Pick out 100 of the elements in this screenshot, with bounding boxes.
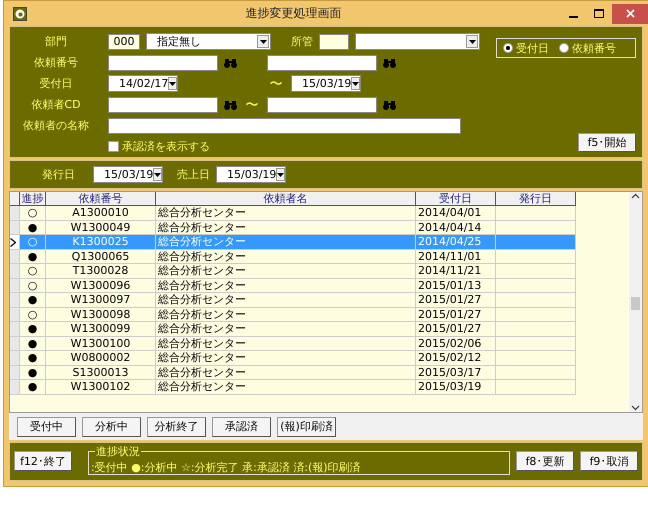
table-cell: 2015/01/27 bbox=[416, 308, 496, 322]
scroll-thumb[interactable] bbox=[631, 296, 640, 310]
table-cell: 総合分析センター bbox=[156, 351, 416, 366]
table-row[interactable]: ● Q1300065 総合分析センター 2014/11/01 bbox=[10, 250, 629, 264]
table-cell: Q1300065 bbox=[46, 250, 156, 264]
status-cell: ○ bbox=[20, 206, 46, 221]
column-header[interactable]: 依頼番号 bbox=[46, 192, 156, 206]
dropdown-field[interactable]: 15/03/19 bbox=[291, 75, 361, 92]
table-cell: 総合分析センター bbox=[156, 366, 416, 380]
scrollbar[interactable] bbox=[629, 192, 642, 412]
caret-icon[interactable] bbox=[154, 172, 162, 177]
status-button[interactable]: 受付中 bbox=[17, 416, 76, 437]
table-cell: W1300096 bbox=[46, 278, 156, 294]
table-cell: 2014/04/01 bbox=[416, 206, 496, 221]
input-field[interactable] bbox=[108, 96, 218, 113]
status-cell: ○ bbox=[20, 264, 46, 279]
table-row[interactable]: ○ W1300096 総合分析センター 2015/01/13 bbox=[10, 278, 629, 294]
table-row[interactable]: ○ A1300010 総合分析センター 2014/04/01 bbox=[10, 206, 629, 221]
status-button[interactable]: (報)印刷済 bbox=[277, 416, 336, 437]
input-field[interactable] bbox=[108, 54, 218, 71]
caret-icon[interactable] bbox=[169, 82, 176, 86]
status-cell: ● bbox=[20, 351, 46, 366]
update-button[interactable]: f8･更新 bbox=[516, 451, 574, 472]
status-cell: ○ bbox=[20, 308, 46, 322]
status-cell: ● bbox=[20, 322, 46, 337]
table-cell: 総合分析センター bbox=[156, 206, 416, 221]
table-row[interactable]: ● W1300100 総合分析センター 2015/02/06 bbox=[10, 336, 629, 352]
scroll-down-icon[interactable] bbox=[631, 403, 640, 412]
table-cell: 総合分析センター bbox=[156, 264, 416, 279]
dropdown-field[interactable]: 15/03/19 bbox=[93, 166, 163, 184]
checkbox[interactable] bbox=[108, 141, 119, 152]
table-cell: 総合分析センター bbox=[156, 278, 416, 294]
binoculars-icon[interactable] bbox=[224, 100, 237, 110]
dropdown-field[interactable] bbox=[355, 33, 480, 50]
code-field[interactable]: 000 bbox=[108, 34, 140, 50]
column-header[interactable]: 進捗 bbox=[20, 192, 46, 206]
table-row[interactable]: ● W0800002 総合分析センター 2015/02/12 bbox=[10, 351, 629, 366]
radio-label: 依頼番号 bbox=[572, 40, 616, 56]
caret-icon[interactable] bbox=[260, 40, 266, 44]
caret-icon[interactable] bbox=[468, 40, 476, 44]
column-header[interactable]: 依頼者名 bbox=[156, 192, 416, 206]
table-cell: W1300097 bbox=[46, 293, 156, 308]
status-button[interactable]: 分析中 bbox=[82, 416, 141, 437]
window-title: 進捗変更処理画面 bbox=[244, 5, 342, 22]
table-cell: A1300010 bbox=[46, 206, 156, 221]
exit-button[interactable]: f12･終了 bbox=[14, 451, 72, 472]
radio-button[interactable] bbox=[503, 43, 513, 54]
binoculars-icon[interactable] bbox=[224, 58, 237, 68]
scroll-up-icon[interactable] bbox=[631, 192, 640, 201]
table-cell: 2014/11/21 bbox=[416, 264, 496, 279]
table-cell: 総合分析センター bbox=[156, 308, 416, 322]
app-icon bbox=[13, 6, 27, 21]
maximize-icon bbox=[594, 9, 604, 18]
binoculars-icon[interactable] bbox=[383, 58, 396, 68]
tilde-separator: 〜 bbox=[244, 96, 260, 114]
start-button[interactable]: f5･開始 bbox=[578, 133, 636, 152]
legend-text: :受付中 ●:分析中 ☆:分析完了 承:承認済 済:(報)印刷済 bbox=[91, 460, 362, 476]
table-cell: K1300025 bbox=[46, 235, 156, 250]
table-cell: 2014/11/01 bbox=[416, 250, 496, 264]
input-field[interactable] bbox=[108, 118, 461, 134]
dropdown-field[interactable]: 14/02/17 bbox=[108, 75, 178, 92]
table-cell: 2015/02/06 bbox=[416, 336, 496, 352]
status-cell: ○ bbox=[20, 278, 46, 294]
table-row[interactable]: ● W1300102 総合分析センター 2015/03/19 bbox=[10, 380, 629, 395]
input-field[interactable] bbox=[267, 54, 377, 71]
table-cell: W0800002 bbox=[46, 351, 156, 366]
close-button[interactable] bbox=[612, 4, 648, 24]
table-row[interactable]: ○ T1300028 総合分析センター 2014/11/21 bbox=[10, 264, 629, 279]
field-label: 依頼者CD bbox=[30, 97, 82, 114]
input-field[interactable] bbox=[267, 96, 377, 113]
table-cell: 2015/03/19 bbox=[416, 380, 496, 395]
table-row[interactable]: ● W1300099 総合分析センター 2015/01/27 bbox=[10, 322, 629, 337]
table-cell: W1300099 bbox=[46, 322, 156, 337]
table-cell: 総合分析センター bbox=[156, 235, 416, 250]
dropdown-field[interactable]: 15/03/19 bbox=[216, 166, 286, 184]
table-row[interactable]: ○ W1300098 総合分析センター 2015/01/27 bbox=[10, 308, 629, 322]
field-label: 所管 bbox=[291, 34, 313, 50]
table-cell: W1300098 bbox=[46, 308, 156, 322]
status-button[interactable]: 承認済 bbox=[212, 416, 271, 437]
column-header[interactable]: 発行日 bbox=[496, 192, 576, 206]
dropdown-field[interactable]: 指定無し bbox=[146, 33, 271, 50]
table-row[interactable]: ● W1300097 総合分析センター 2015/01/27 bbox=[10, 293, 629, 308]
radio-button[interactable] bbox=[559, 43, 569, 54]
cancel-button[interactable]: f9･取消 bbox=[580, 451, 638, 472]
field-label: 依頼番号 bbox=[33, 55, 79, 72]
status-button[interactable]: 分析終了 bbox=[147, 416, 206, 437]
binoculars-icon[interactable] bbox=[383, 100, 396, 110]
table-cell: 2015/01/27 bbox=[416, 293, 496, 308]
table-cell: 2015/01/13 bbox=[416, 278, 496, 294]
table-row[interactable]: ● S1300013 総合分析センター 2015/03/17 bbox=[10, 366, 629, 380]
code-field[interactable] bbox=[319, 34, 349, 50]
column-header[interactable]: 受付日 bbox=[416, 192, 496, 206]
caret-icon[interactable] bbox=[352, 82, 360, 86]
field-label: 受付日 bbox=[38, 76, 74, 92]
row-header[interactable] bbox=[10, 235, 20, 250]
table-cell: 2015/01/27 bbox=[416, 322, 496, 337]
radio-label: 受付日 bbox=[516, 40, 549, 56]
field-label: 依頼者の名称 bbox=[22, 118, 90, 134]
table-cell: S1300013 bbox=[46, 366, 156, 380]
caret-icon[interactable] bbox=[277, 172, 284, 177]
